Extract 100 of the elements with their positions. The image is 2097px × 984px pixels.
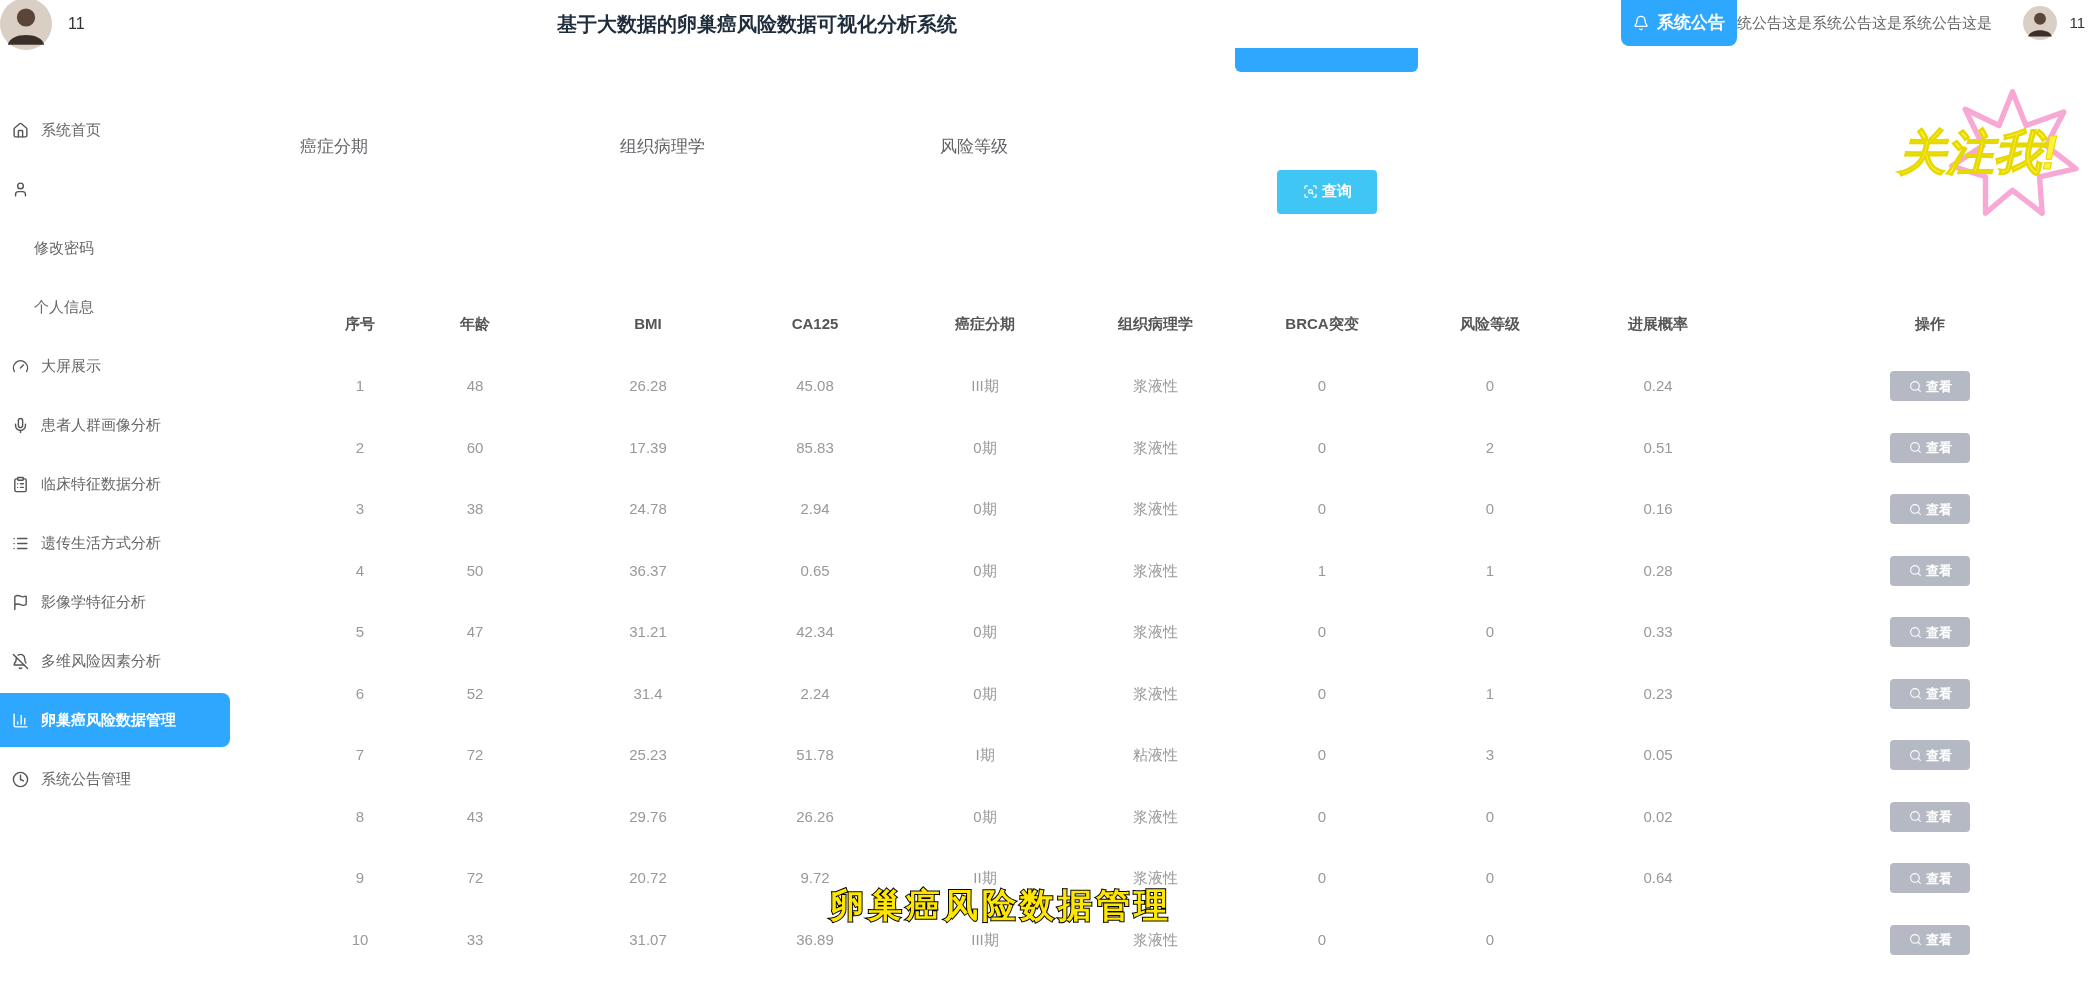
table-cell: 51.78 xyxy=(796,746,834,764)
table-cell: 6 xyxy=(355,684,365,702)
table-cell: 26.26 xyxy=(796,807,834,825)
filter-label: 风险等级 xyxy=(940,136,1009,158)
user-icon xyxy=(12,180,29,198)
menu-item[interactable]: 影像学特征分析 xyxy=(0,575,230,629)
table-cell: 0期 xyxy=(973,623,997,641)
view-button[interactable]: 查看 xyxy=(1890,924,1970,955)
app-title: 基于大数据的卵巢癌风险数据可视化分析系统 xyxy=(556,12,957,37)
notice-button[interactable]: 系统公告 xyxy=(1621,0,1738,46)
table-cell: 0.23 xyxy=(1643,684,1673,702)
menu-item[interactable]: 系统首页 xyxy=(0,103,230,157)
table-cell: 45.08 xyxy=(796,377,834,395)
table-cell: 0 xyxy=(1317,807,1327,825)
table-cell: 0 xyxy=(1317,684,1327,702)
table-cell: 85.83 xyxy=(796,438,834,456)
table-cell: 0 xyxy=(1485,500,1495,518)
table-cell: 0.02 xyxy=(1643,807,1673,825)
table-cell: 9 xyxy=(355,869,365,887)
column-header: 癌症分期 xyxy=(954,314,1016,335)
table-cell: 1 xyxy=(1485,684,1495,702)
column-header: CA125 xyxy=(790,314,840,335)
table-cell: 浆液性 xyxy=(1132,561,1178,579)
table-cell: III期 xyxy=(971,930,999,948)
table-cell: 0.65 xyxy=(800,561,830,579)
table-cell: 0 xyxy=(1317,438,1327,456)
table-cell: 浆液性 xyxy=(1132,684,1178,702)
menu-item[interactable]: 临床特征数据分析 xyxy=(0,457,230,511)
table-cell: 31.21 xyxy=(629,623,667,641)
table-cell: 0期 xyxy=(973,500,997,518)
table-cell: 0 xyxy=(1485,623,1495,641)
query-button[interactable]: 查询 xyxy=(1277,169,1377,214)
table-cell: 2 xyxy=(355,438,365,456)
menu-item[interactable]: 卵巢癌风险数据管理 xyxy=(0,693,230,747)
table-cell: II期 xyxy=(973,869,997,887)
column-header: 操作 xyxy=(1914,314,1946,335)
view-button[interactable]: 查看 xyxy=(1890,740,1970,771)
table-cell: 48 xyxy=(466,377,484,395)
filter-label: 癌症分期 xyxy=(300,136,369,158)
table-cell: 浆液性 xyxy=(1132,930,1178,948)
column-header: 组织病理学 xyxy=(1116,314,1194,335)
view-button[interactable]: 查看 xyxy=(1890,801,1970,832)
table-cell: 0.64 xyxy=(1643,869,1673,887)
menu-item[interactable]: 系统公告管理 xyxy=(0,752,230,806)
table-cell: 43 xyxy=(466,807,484,825)
table-cell: 0.33 xyxy=(1643,623,1673,641)
table-cell: 0期 xyxy=(973,684,997,702)
table-cell: 1 xyxy=(1485,561,1495,579)
menu-item[interactable]: 多维风险因素分析 xyxy=(0,634,230,688)
table-cell: 1 xyxy=(355,377,365,395)
view-button[interactable]: 查看 xyxy=(1890,494,1970,525)
view-button[interactable]: 查看 xyxy=(1890,555,1970,586)
table-cell: 42.34 xyxy=(796,623,834,641)
column-header: 年龄 xyxy=(459,314,491,335)
table-cell: 0 xyxy=(1317,869,1327,887)
view-button[interactable]: 查看 xyxy=(1890,432,1970,463)
table-cell: 9.72 xyxy=(800,869,830,887)
table-cell: 0.24 xyxy=(1643,377,1673,395)
table-cell: 0.28 xyxy=(1643,561,1673,579)
table-cell: 72 xyxy=(466,746,484,764)
menu-item[interactable]: 大屏展示 xyxy=(0,339,230,393)
view-button[interactable]: 查看 xyxy=(1890,617,1970,648)
menu-item[interactable]: 修改密码 xyxy=(0,221,230,275)
column-header: 进展概率 xyxy=(1627,314,1689,335)
user-name: 11 xyxy=(2069,12,2085,33)
search-icon xyxy=(1908,687,1922,701)
menu-item[interactable]: 患者人群画像分析 xyxy=(0,398,230,452)
table-cell: 17.39 xyxy=(629,438,667,456)
table-cell: 47 xyxy=(466,623,484,641)
table-cell: 72 xyxy=(466,869,484,887)
view-button[interactable]: 查看 xyxy=(1890,863,1970,894)
table-cell: 浆液性 xyxy=(1132,623,1178,641)
column-header: BRCA突变 xyxy=(1284,314,1360,335)
menu-item[interactable]: 个人信息 xyxy=(0,280,230,334)
table-cell: 5 xyxy=(355,623,365,641)
table-cell: 8 xyxy=(355,807,365,825)
clipboard-icon xyxy=(12,475,29,493)
column-header: 风险等级 xyxy=(1459,314,1521,335)
table-cell: 0 xyxy=(1485,869,1495,887)
menu-item[interactable]: 遗传生活方式分析 xyxy=(0,516,230,570)
view-button[interactable]: 查看 xyxy=(1890,678,1970,709)
action-button-bar[interactable] xyxy=(1235,48,1418,72)
search-icon xyxy=(1908,441,1922,455)
user-name: 11 xyxy=(68,14,85,34)
table-cell: 31.07 xyxy=(629,930,667,948)
view-button[interactable]: 查看 xyxy=(1890,371,1970,402)
table-cell: 29.76 xyxy=(629,807,667,825)
table-cell: 7 xyxy=(355,746,365,764)
table-cell: 0 xyxy=(1317,377,1327,395)
table-cell: 0 xyxy=(1485,377,1495,395)
table-cell: 0 xyxy=(1317,746,1327,764)
table-cell: 0.05 xyxy=(1643,746,1673,764)
video-caption: 卵巢癌风险数据管理 xyxy=(830,888,1172,922)
table-cell: 2 xyxy=(1485,438,1495,456)
table-cell: 0 xyxy=(1317,930,1327,948)
microphone-icon xyxy=(12,416,29,434)
clock-icon xyxy=(12,770,29,788)
table-cell: 60 xyxy=(466,438,484,456)
table-cell: 38 xyxy=(466,500,484,518)
table-cell: 浆液性 xyxy=(1132,807,1178,825)
